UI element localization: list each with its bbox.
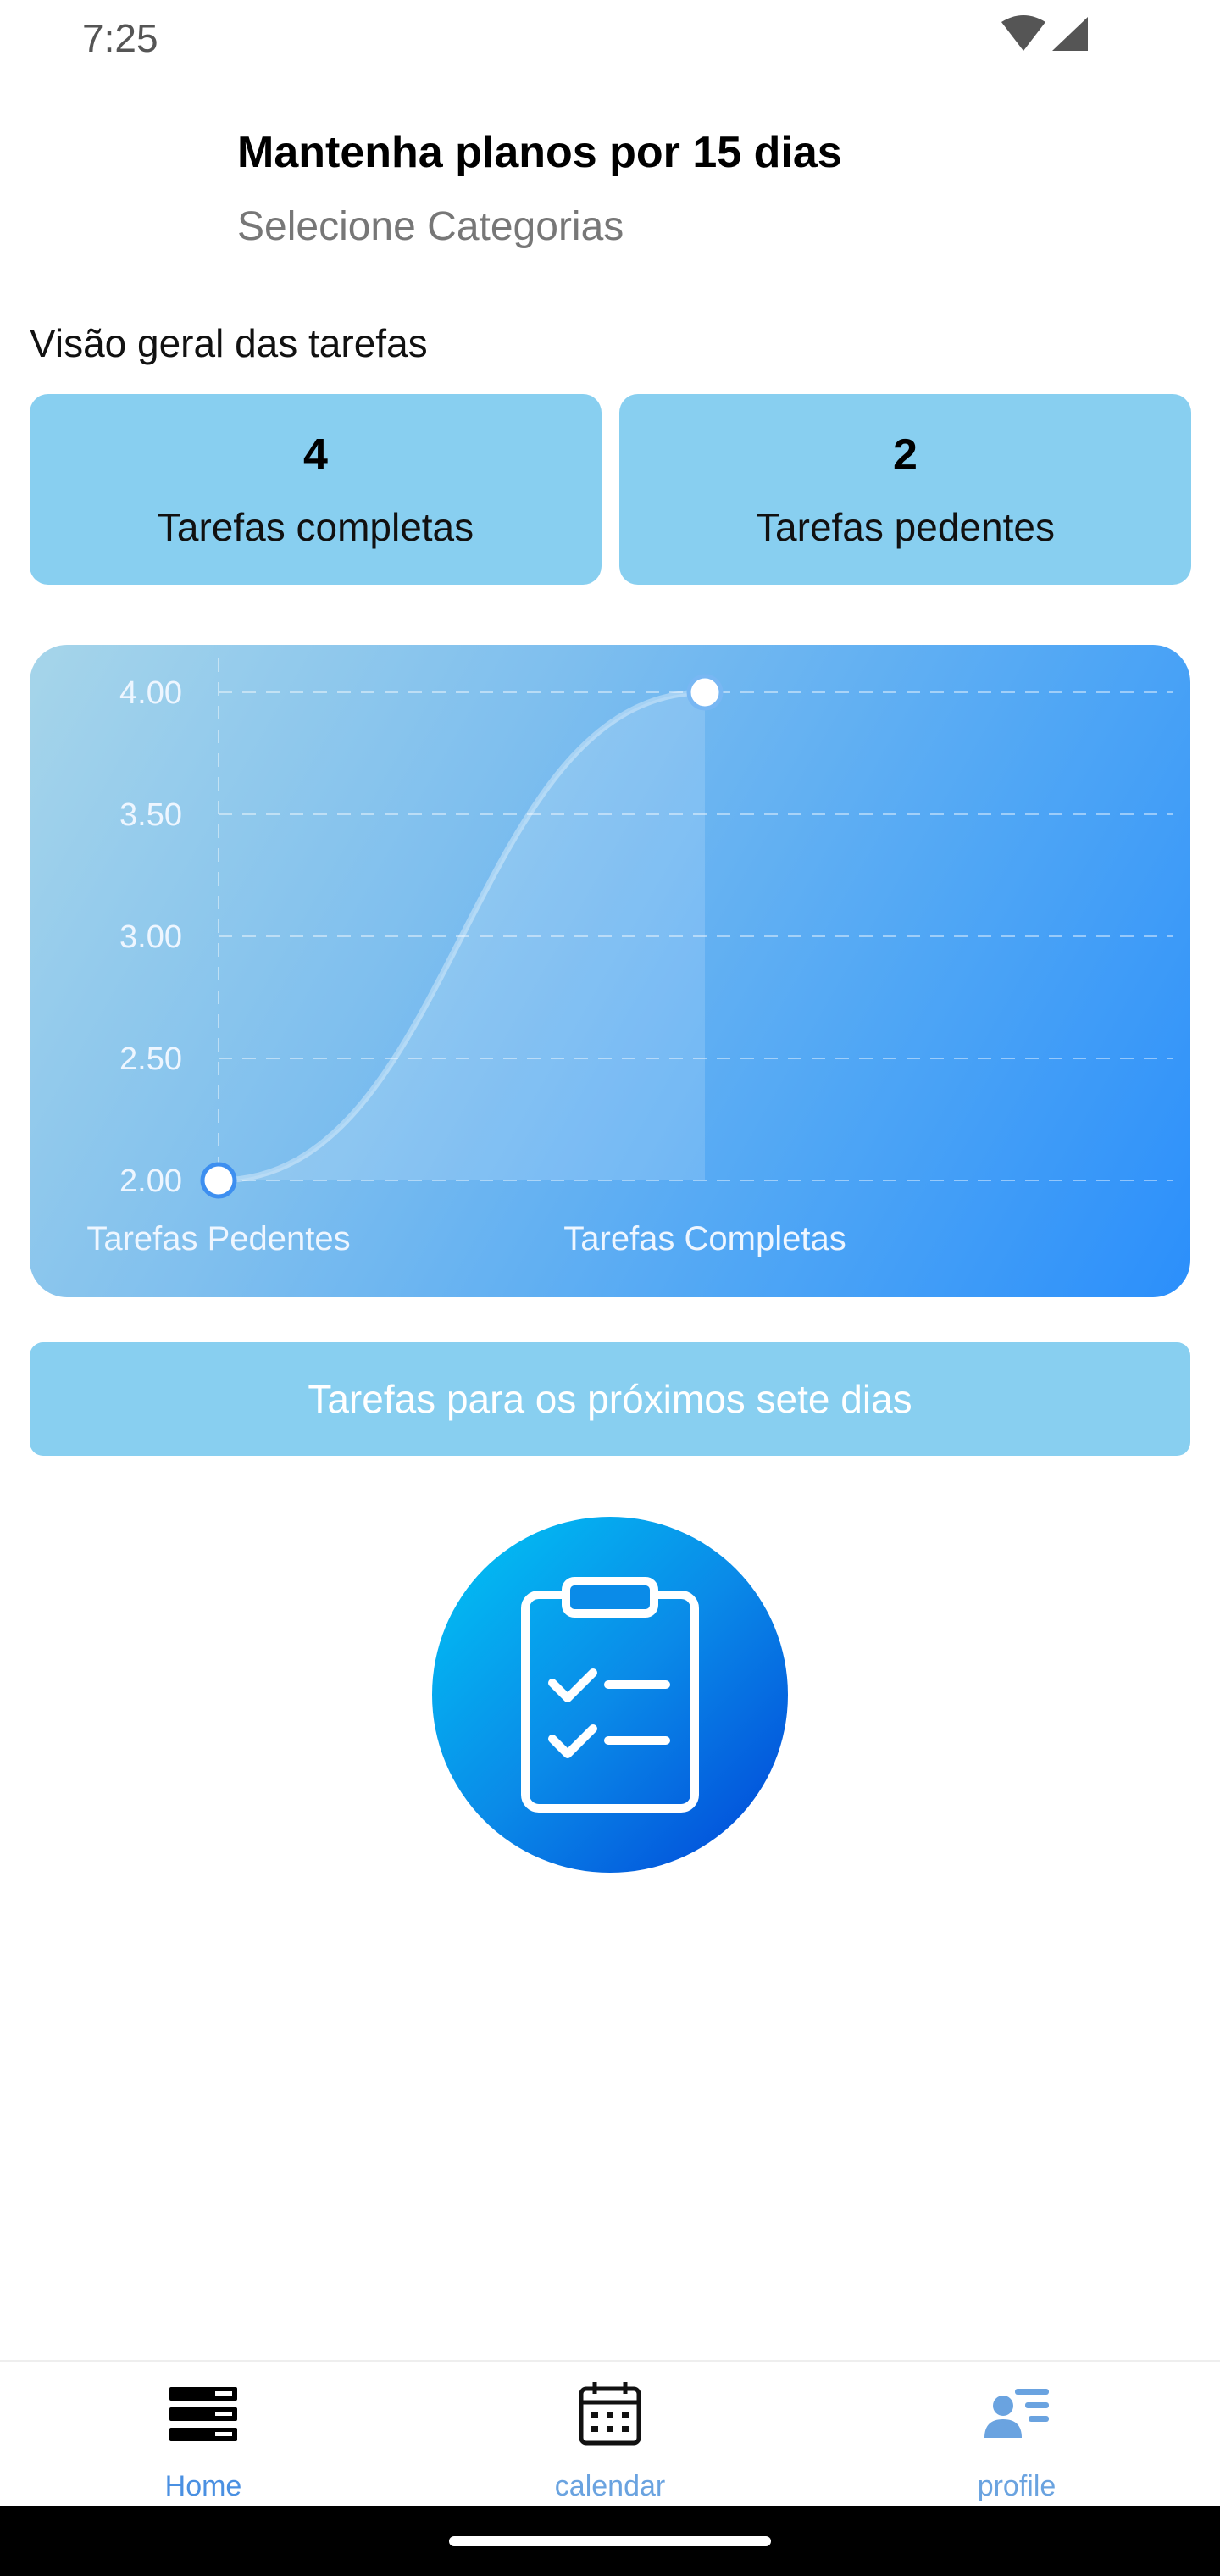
completed-tasks-label: Tarefas completas	[157, 505, 474, 549]
calendar-icon	[579, 2382, 641, 2446]
y-tick-label: 2.50	[119, 1041, 182, 1077]
home-list-icon	[169, 2387, 237, 2441]
x-tick-label: Tarefas Completas	[563, 1220, 846, 1257]
next-seven-days-button[interactable]: Tarefas para os próximos sete dias	[30, 1342, 1190, 1456]
pending-tasks-label: Tarefas pedentes	[756, 505, 1055, 549]
status-time: 7:25	[82, 16, 158, 60]
data-point-pending	[200, 1162, 237, 1199]
bottom-nav: Home calendar profile	[0, 2360, 1220, 2506]
pending-tasks-count: 2	[893, 430, 918, 480]
pending-tasks-card[interactable]: 2 Tarefas pedentes	[619, 394, 1191, 585]
profile-list-icon	[984, 2389, 1049, 2438]
clipboard-checklist-icon	[521, 1577, 699, 1813]
add-task-button[interactable]	[432, 1517, 788, 1873]
nav-profile[interactable]: profile	[813, 2362, 1220, 2507]
home-gesture-handle[interactable]	[449, 2536, 771, 2546]
page-title: Mantenha planos por 15 dias	[237, 128, 842, 177]
x-tick-label: Tarefas Pedentes	[86, 1220, 350, 1257]
system-gesture-bar	[0, 2506, 1220, 2576]
completed-tasks-card[interactable]: 4 Tarefas completas	[30, 394, 602, 585]
completed-tasks-count: 4	[303, 430, 328, 480]
y-tick-label: 2.00	[119, 1163, 182, 1199]
nav-calendar-label: calendar	[554, 2470, 666, 2502]
nav-profile-label: profile	[977, 2470, 1056, 2502]
y-tick-label: 4.00	[119, 675, 182, 711]
signal-icon	[1052, 17, 1088, 51]
data-point-completed	[686, 674, 724, 711]
nav-calendar[interactable]: calendar	[407, 2362, 813, 2507]
nav-home[interactable]: Home	[0, 2362, 407, 2507]
status-bar: 7:25	[0, 0, 1220, 76]
tasks-chart: 4.00 3.50 3.00 2.50 2.00 Tarefas Pedentes Tare…	[30, 645, 1190, 1297]
status-icons	[1001, 15, 1088, 51]
wifi-icon	[1001, 15, 1045, 51]
overview-label: Visão geral das tarefas	[30, 321, 428, 365]
tasks-chart-svg: 4.00 3.50 3.00 2.50 2.00 Tarefas Pedentes Tare…	[86, 658, 1173, 1257]
select-categories-link[interactable]: Selecione Categorias	[237, 203, 624, 250]
y-tick-label: 3.00	[119, 919, 182, 955]
nav-home-label: Home	[164, 2470, 242, 2502]
y-tick-label: 3.50	[119, 797, 182, 833]
